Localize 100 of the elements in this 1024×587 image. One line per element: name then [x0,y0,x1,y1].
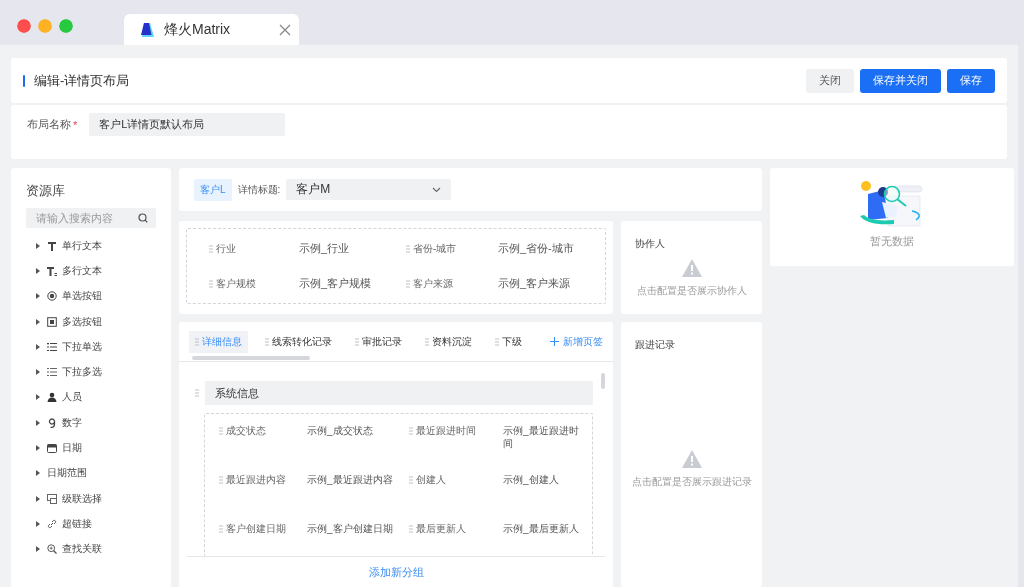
drag-handle-icon[interactable] [195,389,199,397]
field-label: 布局名称 [27,117,71,132]
resource-item[interactable]: 数字 [26,410,156,436]
required-mark: * [73,118,78,131]
drag-handle-icon[interactable] [406,279,410,288]
empty-state-drawing [858,180,926,228]
close-window-icon[interactable] [17,19,31,33]
warning-icon [681,259,702,277]
drag-handle-icon[interactable] [265,337,269,346]
panel-title: 跟进记录 [635,338,675,352]
field-label: 最近跟进时间 [416,424,476,438]
hint-text: 点击配置是否展示协作人 [636,284,747,298]
field-label: 详情标题: [237,182,281,197]
drag-handle-icon[interactable] [409,525,413,533]
cascade-icon [47,493,57,504]
tab[interactable]: 线索转化记录 [259,330,338,353]
field-value: 示例_创建人 [503,473,560,487]
tab[interactable]: 审批记录 [349,330,408,353]
checkbox-icon [47,316,57,327]
field-value: 示例_客户规模 [299,277,373,290]
expand-caret-icon[interactable] [36,318,40,325]
field-value: 示例_客户创建日期 [307,522,394,536]
drag-handle-icon[interactable] [406,244,410,253]
expand-caret-icon[interactable] [36,419,40,426]
tab[interactable]: 资料沉淀 [419,330,478,353]
resource-item[interactable]: 人员 [26,384,156,411]
resource-item[interactable]: 查找关联 [26,536,156,562]
add-tab-link[interactable]: 新增页签 [550,334,603,349]
search-icon[interactable] [138,213,148,223]
drag-handle-icon[interactable] [219,525,223,533]
drag-handle-icon[interactable] [355,337,359,346]
field-label: 创建人 [416,473,446,487]
field-value: 示例_最后更新人 [503,522,580,536]
resource-item[interactable]: 日期范围 [26,460,156,486]
expand-caret-icon[interactable] [36,470,40,477]
drag-handle-icon[interactable] [425,337,429,346]
expand-caret-icon[interactable] [36,445,40,451]
app-logo-icon [139,21,155,38]
hint-text: 点击配置是否展示跟进记录 [631,475,752,489]
panel-title: 协作人 [635,237,665,251]
drag-handle-icon[interactable] [209,244,213,253]
expand-caret-icon[interactable] [36,293,40,300]
magnifier-icon [47,544,57,555]
resource-item[interactable]: 下拉单选 [26,334,156,360]
expand-caret-icon[interactable] [36,369,40,376]
drag-handle-icon[interactable] [219,476,223,484]
close-icon[interactable] [279,23,291,36]
expand-caret-icon[interactable] [36,242,40,249]
resource-item[interactable]: 级联选择 [26,485,156,512]
field-label: 成交状态 [226,424,266,438]
title-dropdown[interactable]: 客户M [286,179,452,200]
field-value: 示例_客户来源 [498,277,572,290]
sidebar-title: 资源库 [26,182,66,200]
expand-caret-icon[interactable] [36,495,40,502]
scrollbar[interactable] [601,373,605,389]
maximize-window-icon[interactable] [59,19,73,33]
expand-caret-icon[interactable] [36,267,40,274]
field-label: 最近跟进内容 [226,473,286,487]
resource-item[interactable]: 单选按钮 [26,283,156,309]
field-label: 客户创建日期 [226,522,286,536]
list-icon [47,341,57,352]
primary-button[interactable]: 保存并关闭 [860,68,941,93]
chevron-down-icon [432,186,442,193]
field-value: 示例_最近跟进时间 [503,424,580,451]
resource-item[interactable]: 日期 [26,435,156,461]
drag-handle-icon[interactable] [409,427,413,435]
empty-message: 暂无数据 [870,234,914,249]
input-field[interactable]: 客户L详情页默认布局 [89,113,286,136]
resource-item[interactable]: 多行文本 [26,258,156,284]
field-label: 省份-城市 [413,241,457,256]
expand-caret-icon[interactable] [36,520,40,527]
number-icon [47,417,57,428]
drag-handle-icon[interactable] [209,279,213,288]
search-field[interactable]: 请输入搜索内容 [26,208,156,228]
drag-handle-icon[interactable] [219,427,223,435]
resource-item[interactable]: 单行文本 [26,233,156,259]
radio-icon [47,291,57,302]
expand-caret-icon[interactable] [36,546,40,553]
minimize-window-icon[interactable] [38,19,52,33]
field-label: 行业 [216,241,236,256]
group-header: 系统信息 [205,381,593,405]
drag-handle-icon[interactable] [495,337,499,346]
resource-item[interactable]: 下拉多选 [26,359,156,385]
drag-handle-icon[interactable] [409,476,413,484]
object-tag: 客户L [194,178,232,201]
add-group-link[interactable]: 添加新分组 [368,564,424,580]
browser-tab[interactable]: 烽火Matrix [124,14,299,45]
close-button[interactable]: 关闭 [806,68,854,93]
expand-caret-icon[interactable] [36,394,40,401]
resource-item[interactable]: 多选按钮 [26,308,156,335]
person-icon [47,392,57,403]
text-type-icon [47,240,57,251]
primary-button[interactable]: 保存 [947,68,995,93]
tab[interactable]: 下级 [489,330,528,353]
page-title: 编辑-详情页布局 [34,71,131,90]
text-type-icon [47,265,57,276]
tab-title: 烽火Matrix [164,20,232,39]
expand-caret-icon[interactable] [36,343,40,350]
resource-item[interactable]: 超链接 [26,511,156,537]
warning-icon [681,450,702,468]
